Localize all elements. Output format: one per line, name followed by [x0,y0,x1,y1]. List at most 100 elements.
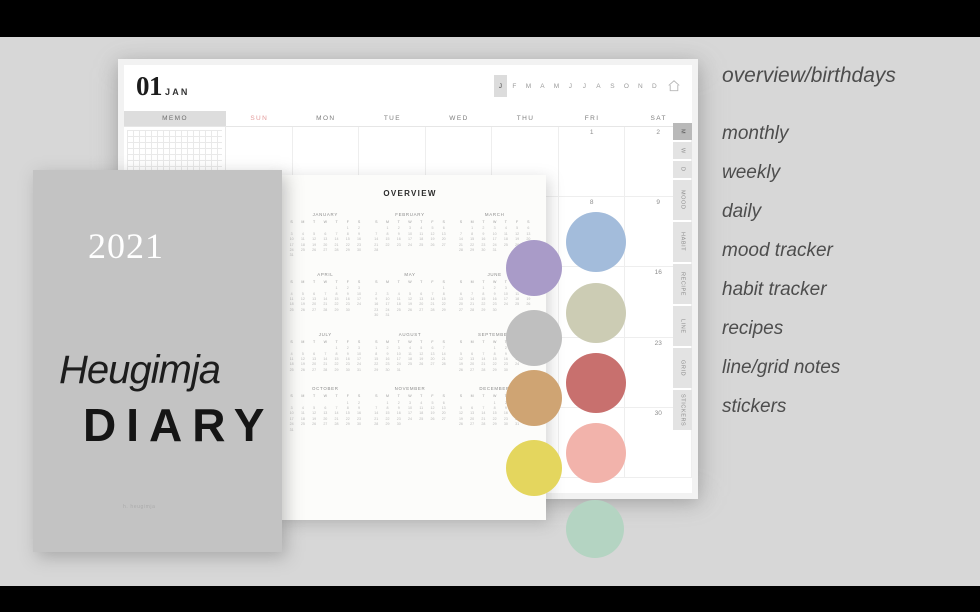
day-number: 16 [654,269,662,277]
day-cell[interactable]: 1 [558,127,626,198]
mini-calendar-days: 1234567891011121314151617181920212223242… [289,346,362,372]
mini-calendar-dow-row: SMTWTFS [459,220,530,224]
month-tab-m-4[interactable]: M [550,79,563,94]
day-number: 23 [654,339,662,347]
mini-calendar-days: 1234567891011121314151617181920212223242… [374,346,446,372]
mini-calendar-month-name: FEBRUARY [395,212,425,217]
mini-calendar-may[interactable]: MAY S M T W T F S 1 2 3 4 5 6 7 8 9 10 11 12 13 14 15 16 17 18 19… [371,272,450,319]
planner-month-number: 01 [136,71,163,101]
mini-calendar-days: 1234567891011121314151617181920212223242… [374,400,446,427]
weekday-header-row: MEMO SUN MON TUE WED THU FRI SAT [124,111,692,126]
feature-item-stickers: stickers [722,396,787,417]
section-tab-stickers[interactable]: STICKERS [673,390,692,430]
mini-calendar-days: 1234567891011121314151617181920212223242… [289,226,362,258]
section-tab-grid[interactable]: GRID [673,348,692,388]
section-tab-recipe[interactable]: RECIPE [673,264,692,304]
mini-calendar-month-name: JANUARY [312,212,338,217]
dot-red[interactable] [566,353,626,413]
feature-item-monthly: monthly [722,123,789,144]
dot-mint[interactable] [566,500,624,558]
weekday-header-memo: MEMO [124,111,226,126]
planner-header: 01 JAN JFMAMJJASOND [124,65,692,109]
dot-purple[interactable] [506,240,562,296]
cover-title-word: DIARY [83,399,275,451]
month-tab-s-8[interactable]: S [606,79,619,94]
mini-calendar-days: 1234567891011121314151617181920212223242… [374,286,446,318]
section-tab-w[interactable]: W [673,142,692,159]
weekday-header-mon: MON [316,115,336,122]
mini-calendar-dow-row: SMTWTFS [290,394,361,399]
cover-year: 2021 [88,226,164,266]
mini-calendar-dow-row: SMTWTFS [290,339,361,344]
month-tab-m-2[interactable]: M [522,79,535,94]
mini-calendar-month-name: MARCH [484,212,505,217]
day-number: 1 [589,129,594,136]
day-number: 9 [656,199,661,207]
mini-calendar-dow-row: SMTWTFS [375,279,445,284]
feature-list-heading: overview/birthdays [722,64,896,87]
promo-stage: 01 JAN JFMAMJJASOND MEMO SUN MON TUE WED THU FR… [0,37,980,586]
feature-item-mood-tracker: mood tracker [722,240,833,261]
mini-calendar-days: 1234567891011121314151617181920212223242… [289,400,362,432]
mini-calendar-january[interactable]: JANUARY S M T W T F S 1 2 3 4 5 6 7 8 9 10 11 12 13 14 15 16 17… [286,212,365,259]
mini-calendar-month-name: MAY [404,271,416,277]
feature-item-recipes: recipes [722,318,784,339]
mini-calendar-month-name: APRIL [317,271,334,277]
day-number: 2 [656,129,661,136]
planner-month-abbr: JAN [165,87,190,97]
month-tab-a-7[interactable]: A [592,79,605,94]
mini-calendar-february[interactable]: FEBRUARY S M T W T F S 1 2 3 4 5 6 7 8 9 10 11 12 13 14 15 16 1… [371,212,450,259]
feature-list: overview/birthdays monthly weekly daily moo… [722,64,896,426]
mini-calendar-dow-row: SMTWTFS [375,339,445,344]
home-icon[interactable] [666,78,682,94]
weekday-header-thu: THU [516,115,535,122]
mini-calendar-dow-row: SMTWTFS [290,220,361,224]
mini-calendar-november[interactable]: NOVEMBER S M T W T F S 1 2 3 4 5 6 7 8 9 10 11 12 13 14 15 16 1… [371,386,450,433]
feature-item-weekly: weekly [722,162,781,183]
section-tab-mood[interactable]: MOOD [673,180,692,220]
month-selector-strip[interactable]: JFMAMJJASOND [494,75,682,97]
mini-calendar-october[interactable]: OCTOBER S M T W T F S 1 2 3 4 5 6 7 8 9 10 11 12 13 14 15 16 17… [286,386,365,433]
weekday-header-wed: WED [449,115,469,122]
dot-tan[interactable] [506,370,562,426]
mini-calendar-july[interactable]: JULY S M T W T F S 1 2 3 4 5 6 7 8 9 10 11 12 13 14 15 16 17 18 1… [286,332,365,373]
mini-calendar-dow-row: SMTWTFS [375,220,445,224]
feature-item-habit-tracker: habit tracker [722,279,827,300]
mini-calendar-dow-row: SMTWTFS [290,279,361,284]
weekday-header-fri: FRI [584,115,600,122]
dot-gray[interactable] [506,310,562,366]
section-tab-habit[interactable]: HABIT [673,222,692,262]
mini-calendar-april[interactable]: APRIL S M T W T F S 1 2 3 4 5 6 7 8 9 10 11 12 13 14 15 16 17 18… [286,272,365,319]
day-number: 30 [654,409,662,417]
dot-yellow[interactable] [506,440,562,496]
mini-calendar-dow-row: SMTWTFS [375,394,445,399]
feature-item-line-grid-notes: line/grid notes [722,357,841,378]
month-tab-o-9[interactable]: O [620,79,633,94]
month-tab-n-10[interactable]: N [634,79,647,94]
mini-calendar-month-name: OCTOBER [312,386,339,392]
section-tab-line[interactable]: LINE [673,306,692,346]
dot-sage[interactable] [566,283,626,343]
mini-calendar-august[interactable]: AUGUST S M T W T F S 1 2 3 4 5 6 7 8 9 10 11 12 13 14 15 16 17 18… [371,332,450,373]
weekday-header-sun: SUN [250,115,269,122]
day-number: 8 [589,199,594,207]
mini-calendar-days: 1234567891011121314151617181920212223242… [374,226,446,253]
weekday-header-tue: TUE [383,115,402,122]
dot-pink[interactable] [566,423,626,483]
section-tab-m[interactable]: M [673,123,692,140]
month-tab-j-0[interactable]: J [494,75,507,97]
letterbox-top [0,0,980,37]
month-tab-f-1[interactable]: F [508,79,521,94]
month-tab-j-5[interactable]: J [564,79,577,94]
letterbox-bottom [0,586,980,612]
dot-blue[interactable] [566,212,626,272]
overview-title: OVERVIEW [383,189,437,198]
month-tab-a-3[interactable]: A [536,79,549,94]
section-tab-d[interactable]: D [673,161,692,178]
overview-month-grid: JANUARY S M T W T F S 1 2 3 4 5 6 7 8 9 10 11 12 13 14 15 16 17… [286,212,534,433]
month-tab-d-11[interactable]: D [648,79,661,94]
section-tab-rail[interactable]: M W D MOOD HABIT RECIPE LINE GRID STICKERS [673,123,692,430]
mini-calendar-month-name: NOVEMBER [394,386,426,392]
cover-brand-name: Heugimja [59,348,221,392]
month-tab-j-6[interactable]: J [578,79,591,94]
